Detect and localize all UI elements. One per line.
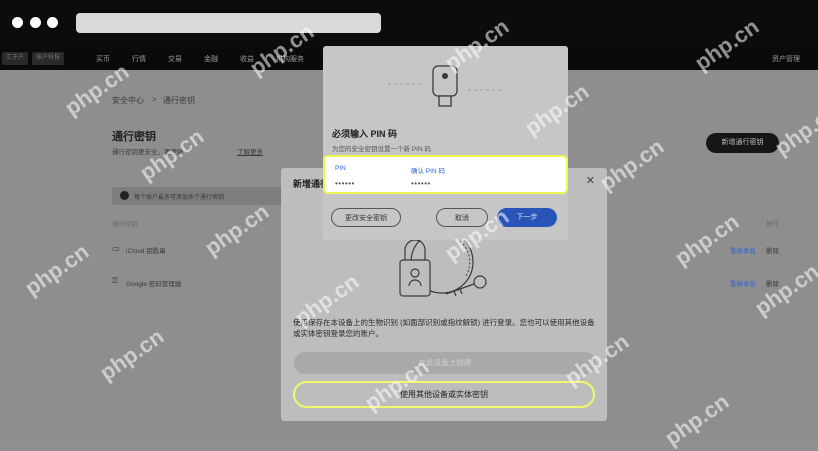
pin-dialog-title: 必须输入 PIN 码 xyxy=(332,129,398,139)
use-other-device-label: 使用其他设备或实体密钥 xyxy=(400,390,488,399)
nav-item-assets[interactable]: 资产管理 xyxy=(772,54,800,64)
passkey-row-name: iCloud 钥匙串 xyxy=(126,248,166,255)
passkey-row-name: Google 密码管理器 xyxy=(126,281,182,288)
learn-more-link[interactable]: 了解更多 xyxy=(237,146,263,156)
nav-chip[interactable]: 汇于户 xyxy=(2,52,29,65)
security-key-icon xyxy=(388,65,503,107)
nav-item[interactable]: 买币 xyxy=(96,54,110,64)
window-dot-icon[interactable] xyxy=(12,17,23,28)
pin-label: PIN xyxy=(335,165,346,172)
pin-dialog: 必须输入 PIN 码 为您的安全密钥设置一个新 PIN 码 更改安全密钥 取消 … xyxy=(323,46,568,240)
next-label: 下一步 xyxy=(516,214,538,221)
delete-link[interactable]: 删除 xyxy=(766,245,779,255)
modal-description: 使用保存在本设备上的生物识别 (如面部识别或指纹解锁) 进行登录。您也可以使用其… xyxy=(293,318,595,338)
notice-text: 每个账户最多可添加多个通行密钥 xyxy=(134,195,225,201)
address-bar[interactable] xyxy=(76,13,381,33)
change-key-label: 更改安全密钥 xyxy=(345,215,387,222)
nav-item[interactable]: 交易 xyxy=(168,54,182,64)
rename-link[interactable]: 重新命名 xyxy=(730,278,756,288)
add-passkey-button[interactable]: 新增通行密钥 xyxy=(706,133,779,153)
info-icon xyxy=(120,191,129,200)
nav-item[interactable]: 行情 xyxy=(132,54,146,64)
table-header: 通行密钥 xyxy=(112,221,138,228)
window-dot-icon[interactable] xyxy=(47,17,58,28)
page-title: 通行密钥 xyxy=(112,131,156,143)
breadcrumb-current: 通行密钥 xyxy=(163,96,195,105)
breadcrumb-separator: > xyxy=(152,95,157,104)
pin-input[interactable]: •••••• xyxy=(335,179,355,188)
key-icon: ⚿ xyxy=(112,276,119,285)
confirm-pin-input[interactable]: •••••• xyxy=(411,179,431,188)
breadcrumb-home[interactable]: 安全中心 xyxy=(112,95,144,106)
table-header-action: 操作 xyxy=(766,221,779,228)
add-passkey-label: 新增通行密钥 xyxy=(721,139,764,146)
confirm-pin-label: 确认 PIN 码 xyxy=(411,168,445,175)
create-on-device-button[interactable]: 在此设备上创建 xyxy=(294,352,596,374)
browser-chrome xyxy=(0,0,818,48)
pin-dialog-subtitle: 为您的安全密钥设置一个新 PIN 码 xyxy=(332,146,431,153)
window-dot-icon[interactable] xyxy=(30,17,41,28)
change-security-key-button[interactable]: 更改安全密钥 xyxy=(331,208,401,227)
pin-input-group: PIN •••••• 确认 PIN 码 •••••• xyxy=(323,155,568,194)
nav-item[interactable]: 金融 xyxy=(204,54,218,64)
close-icon[interactable]: ✕ xyxy=(586,174,595,187)
laptop-icon: ▭ xyxy=(112,244,120,253)
rename-link[interactable]: 重新命名 xyxy=(730,245,756,255)
nav-chip[interactable]: 账户科技 xyxy=(32,52,65,65)
use-other-device-button[interactable]: 使用其他设备或实体密钥 xyxy=(293,381,595,408)
cancel-label: 取消 xyxy=(455,215,469,222)
